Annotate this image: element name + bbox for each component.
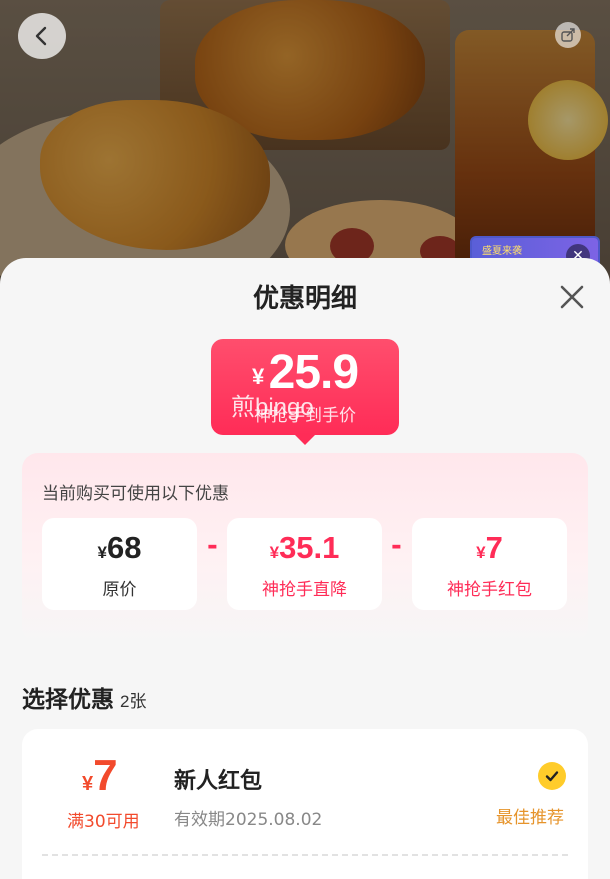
minus-sign: - [207,531,218,561]
original-price-card: ¥68 原价 [42,518,197,610]
select-discount-title: 选择优惠 2张 [22,680,146,714]
price-overlay-text: 煎bingo [231,394,314,421]
price-currency: ¥ [251,364,265,389]
discount-detail-sheet: 优惠明细 ¥ 25.9 神抢手到手价 煎bingo 当前购买可使用以下优惠 ¥6… [0,258,610,879]
checkmark-icon [545,771,559,782]
currency: ¥ [476,543,486,562]
coupon-name: 新人红包 [174,768,263,793]
chevron-left-icon [35,26,47,46]
dashed-divider [42,854,568,856]
final-price-tag: ¥ 25.9 神抢手到手价 煎bingo [211,339,399,445]
coupon-amount: 7 [93,751,118,800]
amount: 7 [485,530,503,565]
red-packet-card: ¥7 神抢手红包 [412,518,567,610]
currency: ¥ [97,543,107,562]
coupon-select-checkbox[interactable] [538,762,566,790]
amount: 68 [106,530,142,565]
minus-sign: - [391,531,402,561]
red-packet-value: ¥7 [412,530,567,566]
direct-discount-value: ¥35.1 [227,530,382,566]
back-button[interactable] [18,13,66,59]
promo-text: 盛夏来袭 [482,246,522,257]
original-price-value: ¥68 [42,530,197,566]
coupon-expiry: 有效期2025.08.02 [174,810,323,830]
currency: ¥ [269,543,280,562]
coupon-condition: 满30可用 [67,812,140,832]
share-icon [561,28,575,42]
best-recommend-badge: 最佳推荐 [496,808,564,828]
amount: 35.1 [279,530,340,565]
red-packet-label: 神抢手红包 [447,580,532,600]
original-price-label: 原价 [102,580,137,600]
breakdown-hint: 当前购买可使用以下优惠 [42,484,229,504]
coupon-currency: ¥ [82,773,94,795]
section-title-text: 选择优惠 [22,686,114,712]
coupon-card[interactable]: ¥7 满30可用 新人红包 有效期2025.08.02 最佳推荐 [22,729,588,879]
direct-discount-card: ¥35.1 神抢手直降 [227,518,382,610]
sheet-title: 优惠明细 [252,283,357,313]
share-button[interactable] [555,22,581,48]
price-breakdown: 当前购买可使用以下优惠 ¥68 原价 - ¥35.1 神抢手直降 - ¥7 神抢… [22,453,588,643]
direct-discount-label: 神抢手直降 [262,580,347,600]
coupon-value: ¥7 [82,751,118,801]
close-icon[interactable] [557,282,587,312]
coupon-count: 2张 [120,692,147,711]
